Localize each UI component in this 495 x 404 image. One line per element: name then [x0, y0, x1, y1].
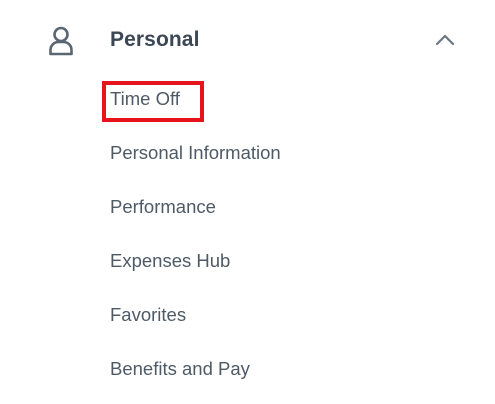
menu-item-benefits-and-pay[interactable]: Benefits and Pay [0, 344, 495, 398]
highlight-box [102, 81, 204, 122]
menu-item-label: Personal Information [110, 142, 281, 163]
menu-item-label: Favorites [110, 304, 187, 325]
menu-item-performance[interactable]: Performance [0, 182, 495, 236]
menu-item-label: Performance [110, 196, 216, 217]
menu-item-favorites[interactable]: Favorites [0, 290, 495, 344]
section-title: Personal [110, 28, 200, 51]
menu-item-personal-information[interactable]: Personal Information [0, 128, 495, 182]
menu-item-expenses-hub[interactable]: Expenses Hub [0, 236, 495, 290]
chevron-up-icon[interactable] [434, 33, 456, 47]
menu-item-label: Benefits and Pay [110, 358, 250, 379]
personal-section-header[interactable]: Personal [0, 14, 495, 68]
menu-item-time-off[interactable]: Time Off [0, 74, 495, 128]
person-icon [48, 26, 74, 56]
personal-menu-panel: Personal Time Off Personal Information P… [0, 0, 495, 404]
menu-item-label: Expenses Hub [110, 250, 231, 271]
personal-submenu: Time Off Personal Information Performanc… [0, 74, 495, 398]
